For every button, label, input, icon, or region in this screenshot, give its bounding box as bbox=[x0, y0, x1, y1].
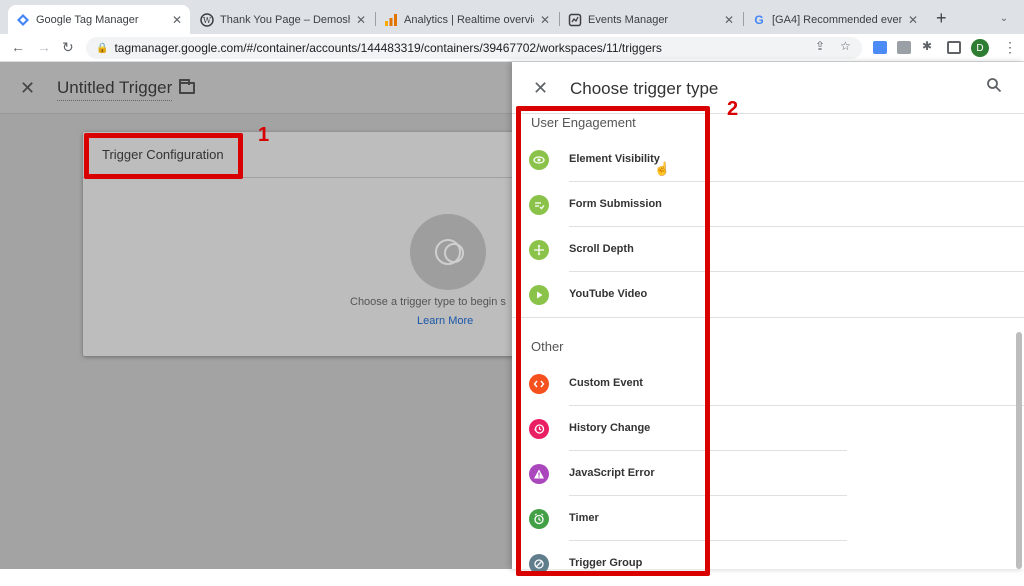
google-icon: G bbox=[752, 13, 766, 27]
profile-avatar[interactable]: D bbox=[971, 39, 989, 57]
wordpress-icon: W bbox=[200, 12, 214, 27]
bookmark-star-icon[interactable]: ☆ bbox=[840, 39, 851, 53]
highlight-box-1 bbox=[84, 133, 243, 179]
extension-icon[interactable] bbox=[873, 41, 887, 54]
search-icon[interactable] bbox=[986, 77, 1002, 93]
panel-title: Choose trigger type bbox=[570, 79, 719, 98]
close-tab-icon[interactable]: ✕ bbox=[724, 13, 734, 27]
code-extension-icon[interactable] bbox=[897, 41, 911, 54]
gtm-icon bbox=[16, 13, 30, 27]
new-tab-plus-icon[interactable]: + bbox=[936, 9, 947, 27]
close-tab-icon[interactable]: ✕ bbox=[908, 13, 918, 27]
tab-analytics[interactable]: Analytics | Realtime overview ✕ bbox=[376, 5, 558, 34]
tab-ga4-recommended-events[interactable]: G [GA4] Recommended events ✕ bbox=[744, 5, 926, 34]
panel-scrollbar[interactable] bbox=[1016, 332, 1022, 569]
callout-number-1: 1 bbox=[258, 124, 270, 146]
browser-toolbar: ← → ↻ 🔒 tagmanager.google.com/#/containe… bbox=[0, 34, 1024, 62]
tab-google-tag-manager[interactable]: Google Tag Manager ✕ bbox=[8, 5, 190, 34]
tab-title: Google Tag Manager bbox=[36, 13, 139, 26]
folder-icon[interactable] bbox=[179, 79, 195, 94]
close-icon[interactable]: ✕ bbox=[533, 78, 548, 99]
svg-text:G: G bbox=[754, 13, 763, 27]
side-panel-icon[interactable] bbox=[947, 41, 961, 54]
browser-tab-strip: Google Tag Manager ✕ W Thank You Page – … bbox=[0, 0, 1024, 34]
reload-icon[interactable]: ↻ bbox=[62, 39, 74, 56]
close-tab-icon[interactable]: ✕ bbox=[172, 13, 182, 27]
address-bar[interactable]: 🔒 tagmanager.google.com/#/container/acco… bbox=[86, 37, 862, 59]
trigger-placeholder-icon bbox=[410, 214, 486, 290]
tab-title: Thank You Page – Demoshop bbox=[220, 13, 350, 26]
share-icon[interactable]: ⇪ bbox=[815, 39, 825, 53]
tab-events-manager[interactable]: Events Manager ✕ bbox=[560, 5, 742, 34]
callout-number-2: 2 bbox=[727, 98, 739, 120]
puzzle-extensions-icon[interactable]: ✱ bbox=[922, 39, 932, 53]
more-menu-icon[interactable]: ⋮ bbox=[1003, 39, 1017, 56]
close-tab-icon[interactable]: ✕ bbox=[356, 13, 366, 27]
tab-title: Events Manager bbox=[588, 13, 669, 26]
url-text: tagmanager.google.com/#/container/accoun… bbox=[114, 41, 662, 55]
analytics-icon bbox=[384, 13, 398, 27]
tab-title: [GA4] Recommended events bbox=[772, 13, 902, 26]
highlight-box-2 bbox=[516, 106, 710, 576]
trigger-editor-overlay: ✕ Untitled Trigger Trigger Configuration… bbox=[0, 62, 523, 569]
hand-cursor-icon: ☝ bbox=[654, 161, 671, 176]
lock-icon: 🔒 bbox=[96, 42, 109, 54]
tab-search-chevron-icon[interactable]: ⌄ bbox=[996, 10, 1012, 26]
forward-arrow-icon[interactable]: → bbox=[37, 39, 51, 55]
svg-text:W: W bbox=[203, 16, 212, 25]
tab-thank-you-page[interactable]: W Thank You Page – Demoshop ✕ bbox=[192, 5, 374, 34]
events-icon bbox=[568, 13, 582, 27]
trigger-editor-header: ✕ Untitled Trigger bbox=[0, 62, 512, 114]
close-icon[interactable]: ✕ bbox=[20, 78, 35, 99]
card-instruction-text: Choose a trigger type to begin s bbox=[350, 296, 506, 308]
tab-title: Analytics | Realtime overview bbox=[404, 13, 534, 26]
learn-more-link[interactable]: Learn More bbox=[417, 315, 473, 327]
trigger-name-field[interactable]: Untitled Trigger bbox=[57, 78, 173, 101]
close-tab-icon[interactable]: ✕ bbox=[540, 13, 550, 27]
back-arrow-icon[interactable]: ← bbox=[11, 39, 25, 55]
